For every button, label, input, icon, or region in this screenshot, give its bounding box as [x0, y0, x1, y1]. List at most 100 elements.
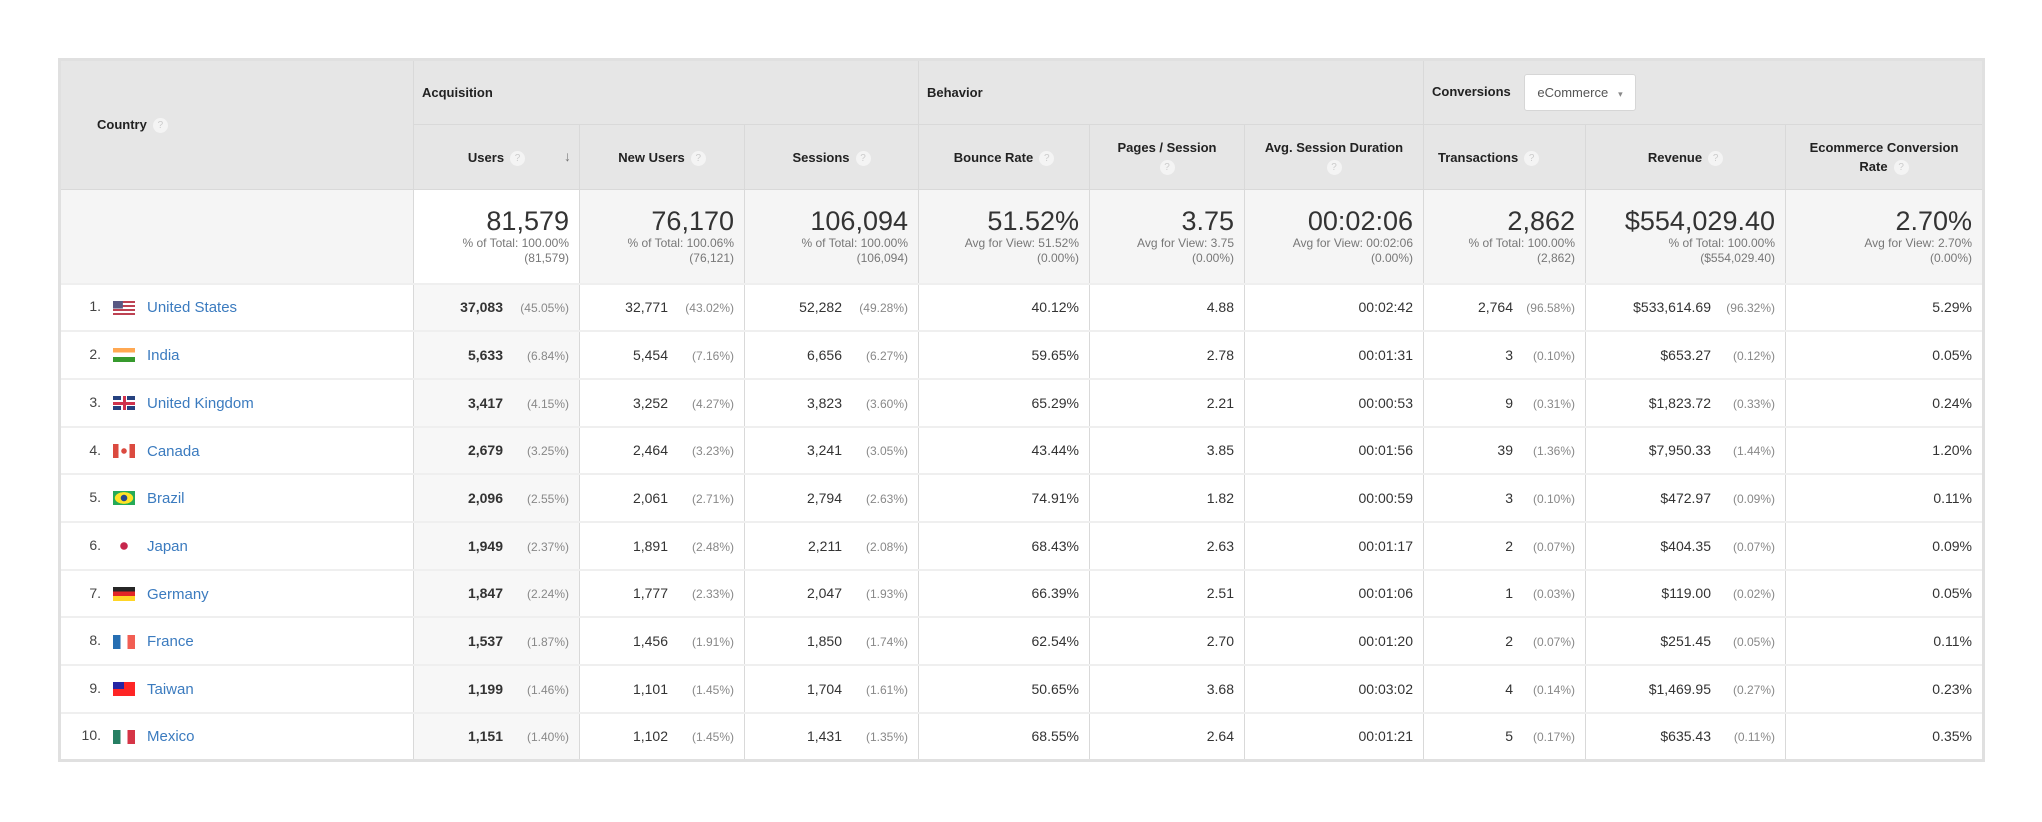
new-users-cell: 5,454 (7.16%): [579, 330, 745, 379]
country-link[interactable]: Germany: [147, 585, 209, 602]
column-header-sessions[interactable]: Sessions?: [744, 124, 919, 190]
row-rank: 5.: [89, 489, 101, 506]
column-header-country[interactable]: Country?: [59, 59, 414, 190]
cell-value: 00:01:20: [1358, 633, 1414, 650]
country-link[interactable]: Canada: [147, 442, 200, 459]
column-header-transactions[interactable]: Transactions?: [1423, 124, 1586, 190]
ecommerce-conversion-rate-cell: 0.09%: [1785, 520, 1984, 570]
sessions-cell: 2,211 (2.08%): [744, 520, 919, 570]
help-icon[interactable]: ?: [1326, 160, 1342, 176]
country-link[interactable]: United Kingdom: [147, 395, 254, 412]
cell-percent: (2.24%): [526, 587, 569, 602]
new-users-cell: 3,252 (4.27%): [579, 377, 745, 427]
cell-value: 6,656: [806, 347, 842, 364]
new-users-cell: 2,061 (2.71%): [579, 473, 745, 522]
column-header-revenue[interactable]: Revenue?: [1585, 124, 1786, 190]
column-header-label: Revenue: [1647, 149, 1703, 165]
help-icon[interactable]: ?: [510, 150, 526, 166]
sessions-cell: 1,704 (1.61%): [744, 664, 919, 713]
cell-value: 4.88: [1206, 299, 1234, 316]
help-icon[interactable]: ?: [690, 150, 706, 166]
country-link[interactable]: France: [147, 633, 194, 650]
avg-session-duration-cell: 00:01:31: [1244, 330, 1424, 379]
help-icon[interactable]: ?: [1708, 150, 1724, 166]
column-header-label: Rate: [1859, 159, 1888, 174]
column-header-new-users[interactable]: New Users?: [579, 124, 745, 190]
cell-value: $251.45: [1660, 633, 1711, 650]
table-row: 6. Japan 1,949 (2.37%) 1,891 (2.48%) 2,211 (2.0…: [59, 520, 1984, 570]
ecommerce-conversion-rate-cell: 1.20%: [1785, 425, 1984, 475]
avg-session-duration-cell: 00:01:21: [1244, 711, 1424, 762]
country-cell: 8. France: [59, 616, 414, 665]
group-header-acquisition: Acquisition: [413, 59, 919, 125]
total-detail: Avg for View: 51.52%: [964, 236, 1079, 251]
column-header-pages-session[interactable]: Pages / Session?: [1089, 124, 1245, 190]
cell-value: 1,102: [632, 728, 668, 745]
avg-session-duration-cell: 00:01:20: [1244, 616, 1424, 665]
cell-percent: (6.27%): [865, 349, 908, 364]
help-icon[interactable]: ?: [1524, 150, 1540, 166]
bounce-rate-cell: 68.55%: [918, 711, 1090, 762]
total-detail: (76,121): [689, 251, 734, 266]
flag-jp-icon: [113, 539, 135, 554]
cell-percent: (3.25%): [526, 444, 569, 459]
total-detail: ($554,029.40): [1700, 251, 1775, 266]
users-cell: 5,633 (6.84%): [413, 330, 580, 379]
revenue-cell: $1,469.95 (0.27%): [1585, 664, 1786, 713]
sort-descending-icon[interactable]: ↓: [564, 147, 571, 166]
total-value: 2,862: [1507, 206, 1575, 237]
bounce-rate-cell: 43.44%: [918, 425, 1090, 475]
transactions-cell: 2 (0.07%): [1423, 520, 1586, 570]
help-icon[interactable]: ?: [1039, 150, 1055, 166]
cell-value: 2,061: [632, 490, 668, 507]
cell-value: 1,777: [632, 585, 668, 602]
help-icon[interactable]: ?: [1159, 160, 1175, 176]
cell-value: 5,454: [632, 347, 668, 364]
cell-value: 00:00:53: [1358, 394, 1414, 411]
row-rank: 3.: [89, 393, 101, 410]
cell-percent: (2.71%): [691, 492, 734, 507]
country-link[interactable]: Brazil: [147, 490, 185, 507]
country-link[interactable]: Taiwan: [147, 681, 194, 698]
transactions-cell: 1 (0.03%): [1423, 568, 1586, 618]
help-icon[interactable]: ?: [855, 150, 871, 166]
sessions-cell: 6,656 (6.27%): [744, 330, 919, 379]
users-cell: 1,199 (1.46%): [413, 664, 580, 713]
column-header-label: Country: [97, 116, 147, 132]
country-link[interactable]: Mexico: [147, 728, 195, 745]
cell-percent: (4.27%): [691, 396, 734, 411]
help-icon[interactable]: ?: [1893, 160, 1909, 176]
column-header-bounce-rate[interactable]: Bounce Rate?: [918, 124, 1090, 190]
total-detail: % of Total: 100.06%: [627, 236, 734, 251]
flag-mx-icon: [113, 729, 135, 744]
cell-value: $1,823.72: [1648, 394, 1711, 411]
cell-value: 3: [1505, 490, 1513, 507]
group-header-behavior: Behavior: [918, 59, 1424, 125]
revenue-cell: $653.27 (0.12%): [1585, 330, 1786, 379]
cell-percent: (1.35%): [865, 730, 908, 745]
column-header-users[interactable]: Users? ↓: [413, 124, 580, 190]
cell-value: 2,764: [1477, 299, 1513, 316]
country-link[interactable]: Japan: [147, 538, 188, 555]
total-detail: (0.00%): [1929, 251, 1972, 266]
column-header-ecommerce-conversion-rate[interactable]: Ecommerce Conversion Rate?: [1785, 124, 1984, 190]
table-row: 7. Germany 1,847 (2.24%) 1,777 (2.33%) 2,047 (1…: [59, 568, 1984, 618]
cell-value: 2.70: [1206, 633, 1234, 650]
total-bounce-rate: 51.52% Avg for View: 51.52% (0.00%): [918, 189, 1090, 284]
cell-percent: (7.16%): [691, 349, 734, 364]
column-header-avg-session-duration[interactable]: Avg. Session Duration?: [1244, 124, 1424, 190]
cell-value: 74.91%: [1031, 490, 1079, 507]
group-header-row: Country? Acquisition Behavior Conversion…: [59, 59, 1984, 190]
country-link[interactable]: United States: [147, 299, 237, 316]
cell-value: 2,464: [632, 442, 668, 459]
cell-value: 00:01:31: [1358, 347, 1414, 364]
ecommerce-conversion-rate-cell: 0.23%: [1785, 664, 1984, 713]
flag-fr-icon: [113, 634, 135, 649]
conversions-type-dropdown[interactable]: eCommerce ▾: [1524, 74, 1636, 111]
total-detail: (0.00%): [1036, 251, 1079, 266]
country-link[interactable]: India: [147, 347, 180, 364]
revenue-cell: $533,614.69 (96.32%): [1585, 282, 1786, 332]
dropdown-value: eCommerce: [1537, 85, 1609, 100]
cell-value: 2,794: [806, 490, 842, 507]
help-icon[interactable]: ?: [152, 118, 168, 134]
